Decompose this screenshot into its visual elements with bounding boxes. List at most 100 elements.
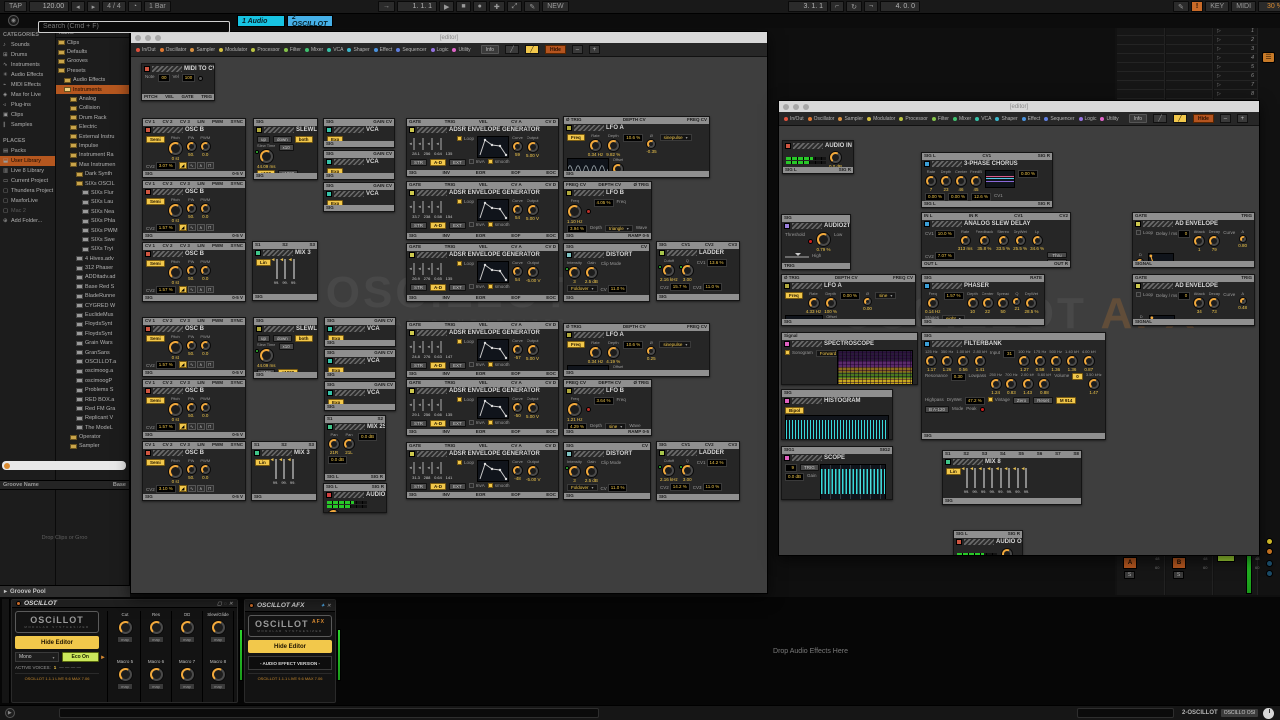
drop-audio-effects-area[interactable]: Drop Audio Effects Here <box>341 597 1280 705</box>
outlet-gate[interactable]: GATE <box>181 94 193 101</box>
button-exp[interactable]: Exp <box>328 367 344 372</box>
module-drag-hatch[interactable] <box>334 191 364 197</box>
knob-decay[interactable]: Decay79 <box>1208 230 1220 253</box>
adsr-value[interactable]: 141 <box>444 475 454 480</box>
button-ext[interactable]: EXT <box>449 159 466 166</box>
module-drag-hatch[interactable] <box>574 125 604 131</box>
module-three-phase-chorus[interactable]: SIG LCV1SIG R3-PHASE CHORUSRate7Depth23C… <box>921 152 1053 208</box>
knob-rate[interactable]: Rate4.33 Hz <box>806 292 822 315</box>
tab-mixer[interactable]: Mixer <box>305 47 323 53</box>
module-drag-hatch[interactable] <box>953 459 983 465</box>
sidebar-item-samples[interactable]: ∥Samples <box>0 120 55 130</box>
knob-output[interactable]: Output-5.00 V <box>526 460 541 483</box>
module-drag-hatch[interactable] <box>574 190 604 196</box>
module-audio-out-afx[interactable]: SIG LSIG RAUDIO OUT-12 dB <box>953 530 1023 555</box>
module-title-bar[interactable]: OSC B <box>143 188 245 197</box>
tab-filter[interactable]: Filter <box>932 116 949 122</box>
button-lin[interactable]: Lin <box>946 468 961 475</box>
module-title-bar[interactable]: VCA <box>325 357 395 366</box>
button-a-d[interactable]: A-D <box>430 284 446 291</box>
scene-slot-1[interactable]: ▷1 <box>1214 27 1257 36</box>
knob-d[interactable]: D-0.48 <box>1136 315 1146 319</box>
knob-dial[interactable] <box>1066 355 1078 367</box>
value-0-0-db[interactable]: 0.0 dB <box>785 473 804 481</box>
button-set[interactable]: Set <box>1047 259 1067 261</box>
hide-editor-button[interactable]: Hide Editor <box>15 636 99 649</box>
loop-start-field[interactable]: 3. 1. 1 <box>788 1 828 12</box>
outlet-sig[interactable]: SIG <box>327 404 335 411</box>
module-title-bar[interactable]: OSC B <box>143 387 245 396</box>
outlet-inv[interactable]: INV <box>442 371 450 378</box>
module-lfo-b-1[interactable]: FREQ CVDEPTH CVØ TRIGLFO BFreq1.10 Hz4.0… <box>563 181 652 240</box>
io-circle-2[interactable] <box>1266 560 1273 567</box>
fold-icon[interactable]: ✕ <box>327 603 331 609</box>
tab-effect[interactable]: Effect <box>1022 116 1041 122</box>
module-drag-hatch[interactable] <box>964 539 994 545</box>
key-map-button[interactable]: KEY <box>1205 1 1229 12</box>
outlet-sig[interactable]: SIG <box>256 372 264 379</box>
knob-dial[interactable] <box>825 297 837 309</box>
module-mix-3-2[interactable]: S1S2S3MIX 3Lin99.99.99.SIG <box>251 441 317 501</box>
adsr-sliders[interactable]: 33.72380.58154 <box>410 199 454 219</box>
module-drag-hatch[interactable] <box>574 332 604 338</box>
knob-dial[interactable] <box>1034 355 1046 367</box>
value-field[interactable]: 13.6 % <box>707 259 727 267</box>
knob-dial[interactable] <box>925 355 937 367</box>
knob-dial[interactable] <box>997 297 1009 309</box>
outlet-0-5-v[interactable]: 0-5 V <box>232 171 243 178</box>
button-a-d[interactable]: A-D <box>430 362 446 369</box>
button-thru[interactable]: Thru <box>1047 252 1067 258</box>
adsr-value[interactable]: 256 <box>422 412 432 417</box>
module-lfo-a-1[interactable]: Ø TRIGDEPTH CVFREQ CVLFO AFreqRate0.34 H… <box>563 116 710 178</box>
value-0-00[interactable]: 0.00 % <box>1018 170 1038 178</box>
knob-pitch[interactable]: Pitch0 st <box>168 459 183 485</box>
knob-offset[interactable]: Offset-0.25 <box>612 365 624 370</box>
button-str[interactable]: STR <box>410 159 427 166</box>
tree-item-bladerunne[interactable]: BladeRunne <box>56 292 129 301</box>
module-title-bar[interactable]: SPECTROSCOPE <box>782 340 917 349</box>
value-field[interactable]: 11.0 % <box>703 483 723 491</box>
knob-x[interactable]: Ø0.25 <box>646 341 656 362</box>
button-str[interactable]: STR <box>410 483 427 490</box>
device-title[interactable]: OSCILLOT <box>24 600 57 607</box>
button-ext[interactable]: EXT <box>449 222 466 229</box>
knob-dial[interactable] <box>646 346 656 356</box>
quantize-menu[interactable]: 1 Bar <box>144 1 171 12</box>
scene-play-icon[interactable]: ▷ <box>1217 28 1221 34</box>
value-field[interactable]: 0.0 dB <box>785 473 804 481</box>
tree-item-electric[interactable]: Electric <box>56 123 129 132</box>
module-title-bar[interactable]: VCA <box>324 158 394 167</box>
value-field[interactable]: 0.00 % <box>840 292 860 300</box>
patch-canvas[interactable]: OSCiLLOTMODULAR SYNTHESIZERMIDI TO CVGAT… <box>131 57 767 593</box>
knob-dial[interactable] <box>1208 235 1220 247</box>
dropdown-foldover[interactable]: Foldover <box>567 484 598 491</box>
knob-125-hz[interactable]: 125 Hz1.17 <box>925 350 938 373</box>
knob-250-hz[interactable]: 250 Hz1.24 <box>989 373 1002 396</box>
module-drag-hatch[interactable] <box>932 341 962 347</box>
tree-item-sixs-oscil[interactable]: SIXs OSCIL <box>56 179 129 188</box>
value-field[interactable]: 100 <box>182 74 196 82</box>
knob-pan[interactable]: Pan21R <box>328 433 340 456</box>
button-m-914[interactable]: M 914 <box>1056 397 1077 404</box>
scene-slot-3[interactable]: ▷3 <box>1214 45 1257 54</box>
metronome-button[interactable]: ◔ <box>128 1 142 12</box>
tab-sequencer[interactable]: Sequencer <box>396 47 426 53</box>
clip-slot[interactable] <box>1117 54 1164 63</box>
module-title-bar[interactable]: AUDIO IN <box>783 141 853 150</box>
tree-item-sixs-pwm[interactable]: SIXs PWM <box>56 226 129 235</box>
outlet-sig[interactable]: SIG <box>145 370 153 377</box>
knob-dial[interactable] <box>1083 355 1095 367</box>
punch-in-button[interactable]: ⌐ <box>830 1 844 12</box>
io-circle-3[interactable] <box>1266 570 1273 577</box>
scene-slot-5[interactable]: ▷5 <box>1214 63 1257 72</box>
slider-track[interactable] <box>284 259 286 279</box>
module-drag-hatch[interactable] <box>574 388 604 394</box>
loop-length-field[interactable]: 4. 0. 0 <box>880 1 920 12</box>
knob-dial[interactable] <box>567 402 582 417</box>
adsr-value[interactable]: 28.1 <box>411 151 421 156</box>
button-exp[interactable]: Exp <box>327 168 343 173</box>
value-field[interactable]: 1.57 % <box>156 423 176 431</box>
slider-track[interactable] <box>292 459 294 479</box>
clip-slot[interactable] <box>1166 63 1212 72</box>
tree-item-defaults[interactable]: Defaults <box>56 47 129 56</box>
